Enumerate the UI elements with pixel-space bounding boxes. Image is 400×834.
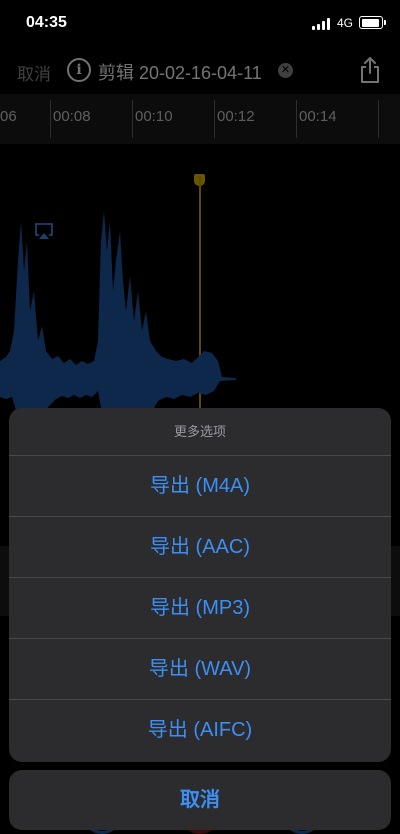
- action-sheet-cancel-button[interactable]: 取消: [9, 770, 391, 830]
- export-wav-button[interactable]: 导出 (WAV): [9, 639, 391, 700]
- export-aifc-button[interactable]: 导出 (AIFC): [9, 700, 391, 760]
- action-sheet: 更多选项 导出 (M4A) 导出 (AAC) 导出 (MP3) 导出 (WAV)…: [9, 408, 391, 762]
- ruler-label: 00:12: [217, 108, 255, 125]
- share-icon[interactable]: [359, 56, 381, 84]
- ruler-label: 00:10: [135, 108, 173, 125]
- status-time: 04:35: [26, 14, 67, 31]
- export-m4a-button[interactable]: 导出 (M4A): [9, 456, 391, 517]
- recording-title[interactable]: 剪辑 20-02-16-04-11: [98, 59, 262, 85]
- action-sheet-title: 更多选项: [9, 408, 391, 456]
- network-type: 4G: [337, 16, 354, 30]
- cellular-signal-icon: [312, 18, 334, 30]
- status-bar: 04:35 4G: [0, 0, 400, 46]
- ruler-label: 00:14: [299, 108, 337, 125]
- info-icon[interactable]: i: [67, 58, 91, 82]
- ruler-label: 06: [0, 108, 17, 125]
- timeline-ruler[interactable]: 06 00:08 00:10 00:12 00:14: [0, 94, 400, 144]
- export-aac-button[interactable]: 导出 (AAC): [9, 517, 391, 578]
- clear-title-icon[interactable]: ✕: [278, 63, 293, 78]
- export-mp3-button[interactable]: 导出 (MP3): [9, 578, 391, 639]
- editor-header: 取消 i 剪辑 20-02-16-04-11 ✕: [0, 46, 400, 96]
- battery-icon: [359, 16, 386, 29]
- cancel-button[interactable]: 取消: [17, 60, 51, 85]
- ruler-label: 00:08: [53, 108, 91, 125]
